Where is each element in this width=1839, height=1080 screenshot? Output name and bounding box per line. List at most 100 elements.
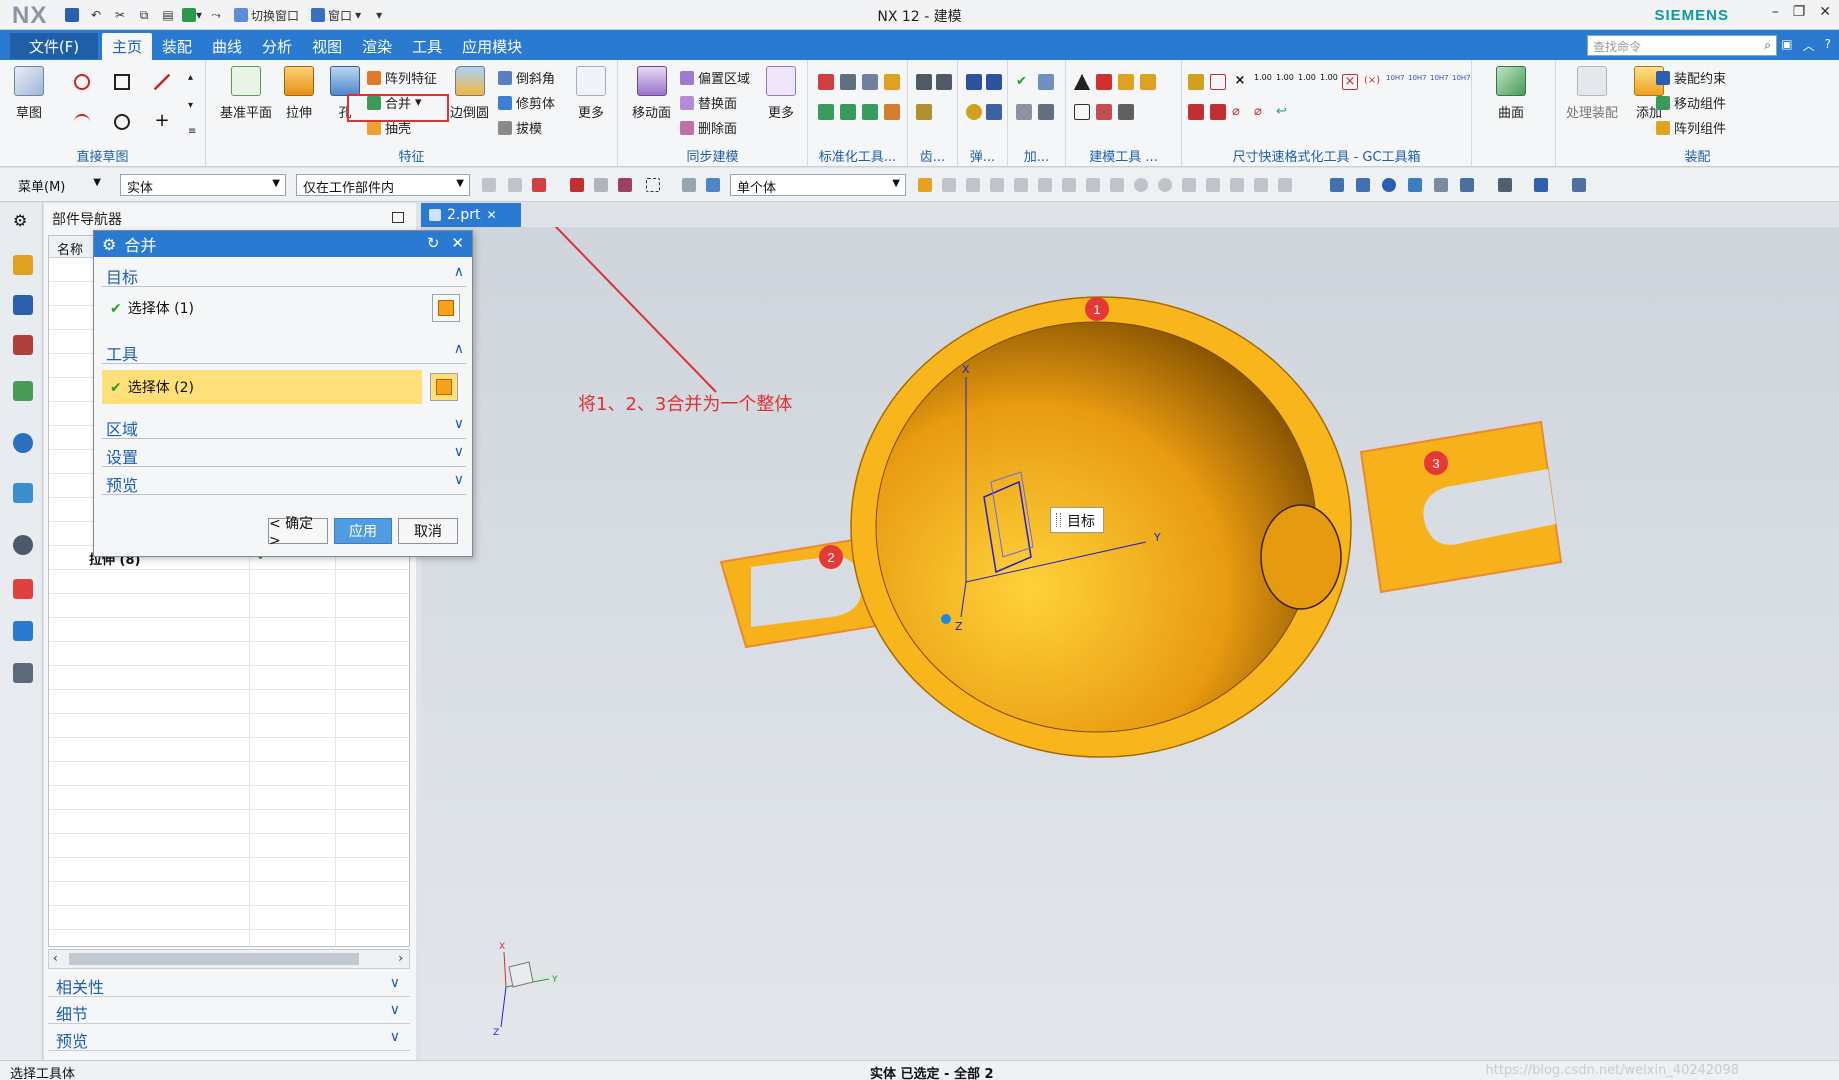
- web-browser-icon[interactable]: [13, 483, 33, 503]
- select-tool-cube-icon[interactable]: [430, 373, 458, 401]
- dim-100c-icon[interactable]: 1.00: [1298, 74, 1316, 90]
- dim-h7d-icon[interactable]: 10H7: [1452, 74, 1471, 90]
- dim-b-icon[interactable]: [1210, 104, 1226, 120]
- standard-part-icon[interactable]: [818, 74, 834, 90]
- tab-view[interactable]: 视图: [302, 33, 352, 60]
- snap-c-icon[interactable]: [966, 178, 980, 192]
- menu-button[interactable]: 菜单(M) ▼: [12, 174, 106, 196]
- file-menu-button[interactable]: 文件(F): [10, 33, 98, 59]
- dim-paren-x-icon[interactable]: (×): [1364, 74, 1380, 90]
- close-icon[interactable]: ✕: [487, 208, 497, 222]
- region-section-header[interactable]: 区域 ∨: [102, 413, 466, 439]
- snap-o-icon[interactable]: [1254, 178, 1268, 192]
- tab-home[interactable]: 主页: [102, 33, 153, 60]
- tab-assembly[interactable]: 装配: [152, 33, 202, 60]
- view-render-icon[interactable]: [1498, 178, 1512, 192]
- settings-section-header[interactable]: 设置 ∨: [102, 441, 466, 467]
- dim-c-icon[interactable]: ⌀: [1232, 104, 1248, 120]
- dim-e-icon[interactable]: ↩: [1276, 104, 1292, 120]
- pattern-feature-button[interactable]: 阵列特征: [367, 68, 437, 87]
- dim-x-icon[interactable]: ×: [1232, 74, 1248, 90]
- sketch-gallery-up-icon[interactable]: ▴: [188, 72, 193, 83]
- process-studio-icon[interactable]: [13, 579, 33, 599]
- dim-h7b-icon[interactable]: 10H7: [1408, 74, 1427, 90]
- sketch-button[interactable]: 草图: [14, 66, 44, 121]
- trim-body-button[interactable]: 修剪体: [498, 93, 555, 112]
- undo-icon[interactable]: ↶: [86, 5, 106, 25]
- snap-h-icon[interactable]: [1086, 178, 1100, 192]
- machining-view-icon[interactable]: [1016, 104, 1032, 120]
- triangle-icon[interactable]: [1074, 74, 1090, 90]
- dim-frame-icon[interactable]: [1210, 74, 1226, 90]
- chamfer-button[interactable]: 倒斜角: [498, 68, 555, 87]
- dim-lock-icon[interactable]: [1188, 74, 1204, 90]
- reuse-library-icon[interactable]: [13, 381, 33, 401]
- dim-100a-icon[interactable]: 1.00: [1254, 74, 1272, 90]
- snap-i-icon[interactable]: [1110, 178, 1124, 192]
- standard-pin-icon[interactable]: [884, 104, 900, 120]
- delete-face-button[interactable]: 删除面: [680, 118, 737, 137]
- view-more-icon[interactable]: [1572, 178, 1586, 192]
- view-rotate-icon[interactable]: [1382, 178, 1396, 192]
- standard-key-icon[interactable]: [884, 74, 900, 90]
- constraint-navigator-icon[interactable]: [13, 295, 33, 315]
- spring-disc-icon[interactable]: [966, 104, 982, 120]
- snap-a-icon[interactable]: [918, 178, 932, 192]
- graphics-window[interactable]: X Y Z X Y Z: [421, 129, 1839, 1060]
- tab-analysis[interactable]: 分析: [252, 33, 302, 60]
- target-section-header[interactable]: 目标 ∧: [102, 261, 466, 287]
- spring-cyl-icon[interactable]: [966, 74, 982, 90]
- repeat-command-icon[interactable]: ▾: [182, 5, 202, 25]
- snap-p-icon[interactable]: [1278, 178, 1292, 192]
- pattern-component-button[interactable]: 阵列组件: [1656, 118, 1726, 137]
- selection-scope-select[interactable]: 仅在工作部件内 ▼: [296, 174, 470, 196]
- circle-icon[interactable]: [114, 114, 130, 130]
- surface-button[interactable]: 曲面: [1496, 66, 1526, 121]
- mt-tolerance-icon[interactable]: [1118, 104, 1134, 120]
- navigator-maximize-button[interactable]: [392, 212, 404, 223]
- minimize-button[interactable]: –: [1772, 4, 1779, 20]
- snap-f-icon[interactable]: [1038, 178, 1052, 192]
- snap-n-icon[interactable]: [1230, 178, 1244, 192]
- view-layer-icon[interactable]: [1534, 178, 1548, 192]
- snap-b-icon[interactable]: [942, 178, 956, 192]
- preview-section-header[interactable]: 预览 ∨: [102, 469, 466, 495]
- close-icon[interactable]: ✕: [451, 234, 464, 252]
- target-select-body[interactable]: ✔ 选择体 (1): [102, 291, 466, 325]
- assembly-navigator-icon[interactable]: [13, 255, 33, 275]
- move-component-button[interactable]: 移动组件: [1656, 93, 1726, 112]
- qat-customize-icon[interactable]: ▾: [369, 5, 389, 25]
- command-search-input[interactable]: 查找命令 ⌕: [1587, 35, 1777, 56]
- cut-icon[interactable]: ✂: [110, 5, 130, 25]
- mt-edit-icon[interactable]: [1096, 104, 1112, 120]
- dependencies-panel[interactable]: 相关性 ∨: [48, 971, 410, 997]
- move-face-button[interactable]: 移动面: [632, 66, 671, 121]
- apply-button[interactable]: 应用: [334, 518, 392, 544]
- filter-d-icon[interactable]: [570, 178, 584, 192]
- dim-d-icon[interactable]: ⌀: [1254, 104, 1270, 120]
- machining-add-icon[interactable]: [1038, 74, 1054, 90]
- draft-button[interactable]: 拔模: [498, 118, 542, 137]
- view-style-icon[interactable]: [1460, 178, 1474, 192]
- snap-g-icon[interactable]: [1062, 178, 1076, 192]
- view-pan-icon[interactable]: [1408, 178, 1422, 192]
- filter-a-icon[interactable]: [482, 178, 496, 192]
- dim-100d-icon[interactable]: 1.00: [1320, 74, 1338, 90]
- gear-table-icon[interactable]: [916, 104, 932, 120]
- mt-list-icon[interactable]: [1074, 104, 1090, 120]
- standard-bolt-icon[interactable]: [818, 104, 834, 120]
- standard-spring-icon[interactable]: [840, 104, 856, 120]
- switch-window-button[interactable]: 切换窗口: [230, 5, 303, 25]
- snap-d-icon[interactable]: [990, 178, 1004, 192]
- spring-pen-icon[interactable]: [986, 74, 1002, 90]
- ribbon-display-icon[interactable]: ▣: [1781, 37, 1792, 54]
- tab-application[interactable]: 应用模块: [452, 33, 532, 60]
- close-button[interactable]: ✕: [1819, 4, 1831, 20]
- process-assembly-button[interactable]: 处理装配: [1566, 66, 1618, 121]
- cancel-button[interactable]: 取消: [398, 518, 458, 544]
- spring-pick-icon[interactable]: [986, 104, 1002, 120]
- snap-k-icon[interactable]: [1158, 178, 1172, 192]
- standard-table-icon[interactable]: [862, 74, 878, 90]
- mt-table-icon[interactable]: [1118, 74, 1134, 90]
- view-zoom-icon[interactable]: [1356, 178, 1370, 192]
